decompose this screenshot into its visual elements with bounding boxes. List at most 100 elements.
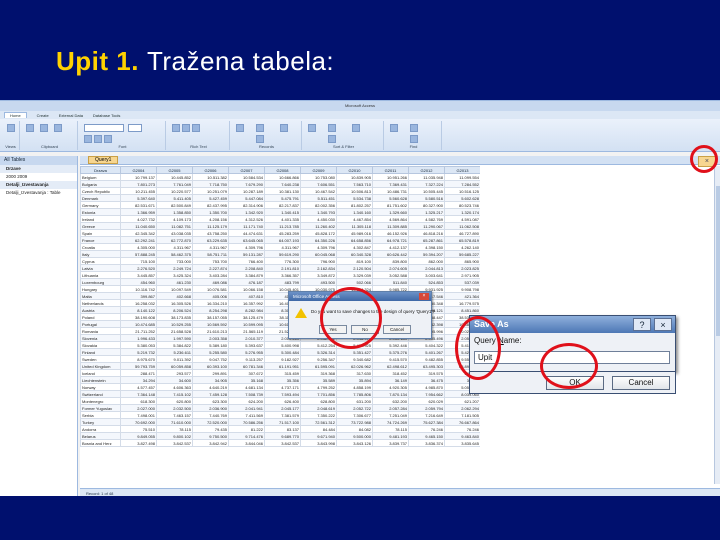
table-cell[interactable]: Austria bbox=[80, 306, 121, 314]
table-cell[interactable]: 10.839.905 bbox=[336, 173, 373, 181]
table-cell[interactable]: 82.314.906 bbox=[228, 201, 265, 209]
table-cell[interactable]: 5.384.822 bbox=[156, 341, 193, 349]
table-cell[interactable]: 621.207 bbox=[444, 397, 480, 405]
table-cell[interactable]: 35.589 bbox=[300, 376, 337, 384]
table-cell[interactable]: 11.099.554 bbox=[444, 173, 480, 181]
table-cell[interactable]: 502.066 bbox=[336, 278, 373, 286]
table-cell[interactable]: 58.462.375 bbox=[156, 250, 193, 258]
table-cell[interactable]: 82.500.849 bbox=[156, 201, 193, 209]
table-cell[interactable]: 34.294 bbox=[120, 376, 157, 384]
table-cell[interactable]: 4.401.335 bbox=[264, 215, 301, 223]
table-cell[interactable]: 628.800 bbox=[300, 397, 337, 405]
table-cell[interactable]: 4.737.171 bbox=[264, 383, 301, 391]
table-cell[interactable]: 73.722.988 bbox=[336, 418, 373, 426]
table-row[interactable]: Spain 42.345.342 43.038.035 43.758.250 44.47… bbox=[80, 229, 480, 237]
table-cell[interactable]: 1.340.793 bbox=[300, 208, 337, 216]
table-cell[interactable]: 71.610.000 bbox=[156, 418, 193, 426]
table-cell[interactable]: 3.366.357 bbox=[264, 271, 301, 279]
table-cell[interactable]: 5.580.516 bbox=[408, 194, 445, 202]
table-cell[interactable]: 16.305.526 bbox=[156, 299, 193, 307]
table-cell[interactable]: Netherlands bbox=[80, 299, 121, 307]
table-cell[interactable]: Romania bbox=[80, 327, 121, 335]
table-cell[interactable]: 5.511.451 bbox=[300, 194, 337, 202]
table-cell[interactable]: 35.356 bbox=[264, 376, 301, 384]
table-cell[interactable]: 34.600 bbox=[156, 376, 193, 384]
table-cell[interactable]: 64.007.193 bbox=[264, 236, 301, 244]
table-cell[interactable]: 10.529.255 bbox=[156, 320, 193, 328]
table-cell[interactable]: 10.505.445 bbox=[408, 187, 445, 195]
table-row[interactable]: Serbia 7.498.001 7.463.157 7.440.769 7.411.5… bbox=[80, 411, 480, 419]
table-cell[interactable]: 9.182.927 bbox=[264, 355, 301, 363]
nav-item-table[interactable]: 2000 2009 bbox=[0, 173, 77, 181]
table-cell[interactable]: 62.026.962 bbox=[336, 362, 373, 370]
table-cell[interactable]: 9.465.150 bbox=[408, 432, 445, 440]
table-cell[interactable]: 82.437.995 bbox=[192, 201, 229, 209]
view-button-icon[interactable] bbox=[7, 124, 15, 132]
cancel-button[interactable]: Cancel bbox=[612, 376, 670, 390]
table-cell[interactable]: 7.216.649 bbox=[408, 411, 445, 419]
table-row[interactable]: Iceland 288.471 293.577 299.891 307.672 315.4… bbox=[80, 369, 480, 377]
table-cell[interactable]: 7.306.677 bbox=[336, 411, 373, 419]
table-cell[interactable]: 11.290.067 bbox=[408, 222, 445, 230]
table-cell[interactable]: 399.867 bbox=[120, 292, 157, 300]
table-cell[interactable]: 4.109.173 bbox=[156, 215, 193, 223]
table-cell[interactable]: 61.595.091 bbox=[300, 362, 337, 370]
table-cell[interactable]: 36.475 bbox=[408, 376, 445, 384]
table-cell[interactable]: Estonia bbox=[80, 208, 121, 216]
table-cell[interactable]: 4.591.087 bbox=[444, 215, 480, 223]
table-cell[interactable]: 5.401.267 bbox=[408, 348, 445, 356]
table-row[interactable]: Belgium 10.799.137 10.445.852 10.511.382 10.… bbox=[80, 173, 480, 181]
column-header[interactable]: G2009 bbox=[300, 166, 337, 174]
table-cell[interactable]: 4.262.140 bbox=[444, 243, 480, 251]
table-cell[interactable]: 9.113.257 bbox=[228, 355, 265, 363]
table-cell[interactable]: 62.772.870 bbox=[156, 236, 193, 244]
table-cell[interactable]: 4.311.967 bbox=[264, 243, 301, 251]
table-cell[interactable]: 7.718.750 bbox=[192, 180, 229, 188]
table-cell[interactable]: 8.254.298 bbox=[192, 306, 229, 314]
table-cell[interactable]: 405.006 bbox=[192, 292, 229, 300]
column-header[interactable]: G2005 bbox=[156, 166, 193, 174]
table-cell[interactable]: 7.640.238 bbox=[264, 180, 301, 188]
table-cell[interactable]: Serbia bbox=[80, 411, 121, 419]
nav-item-detalji-table[interactable]: Detalji_Izvestavanja : Table bbox=[0, 189, 77, 197]
font-size-select[interactable] bbox=[128, 124, 142, 132]
table-cell[interactable]: 3.384.879 bbox=[228, 271, 265, 279]
table-cell[interactable]: 7.563.710 bbox=[336, 180, 373, 188]
table-cell[interactable]: 46.727.890 bbox=[444, 229, 480, 237]
table-cell[interactable]: Belarus bbox=[80, 432, 121, 440]
table-cell[interactable]: 537.039 bbox=[444, 278, 480, 286]
table-cell[interactable]: 407.810 bbox=[228, 292, 265, 300]
table-cell[interactable]: 1.358.850 bbox=[156, 208, 193, 216]
table-cell[interactable]: Poland bbox=[80, 313, 121, 321]
table-cell[interactable]: 65.287.861 bbox=[408, 236, 445, 244]
table-cell[interactable]: 4.606.363 bbox=[156, 383, 193, 391]
nav-pane-header[interactable]: All Tables bbox=[0, 156, 77, 165]
table-cell[interactable]: 76.246 bbox=[444, 425, 480, 433]
table-cell[interactable]: 11.062.508 bbox=[444, 222, 480, 230]
table-cell[interactable]: 70.692.000 bbox=[120, 418, 157, 426]
table-cell[interactable]: Finland bbox=[80, 348, 121, 356]
table-cell[interactable]: 3.445.857 bbox=[120, 271, 157, 279]
table-cell[interactable]: 44.474.631 bbox=[228, 229, 265, 237]
table-cell[interactable]: 1.366.959 bbox=[120, 208, 157, 216]
table-cell[interactable]: 7.508.739 bbox=[228, 390, 265, 398]
table-cell[interactable]: 9.714.476 bbox=[228, 432, 265, 440]
table-row[interactable]: Croatia 4.305.000 4.311.967 4.311.967 4.309.… bbox=[80, 243, 480, 251]
table-cell[interactable]: 10.066.158 bbox=[228, 285, 265, 293]
table-cell[interactable]: 2.044.813 bbox=[408, 264, 445, 272]
table-cell[interactable]: 766.400 bbox=[228, 257, 265, 265]
table-cell[interactable]: 620.029 bbox=[408, 397, 445, 405]
table-cell[interactable]: 865.900 bbox=[444, 257, 480, 265]
table-cell[interactable]: 43.758.250 bbox=[192, 229, 229, 237]
table-cell[interactable]: 5.389.180 bbox=[192, 341, 229, 349]
table-cell[interactable]: 2.027.000 bbox=[120, 404, 157, 412]
table-cell[interactable]: 319.368 bbox=[300, 369, 337, 377]
replace-icon[interactable] bbox=[410, 124, 418, 132]
table-cell[interactable]: 4.412.137 bbox=[372, 243, 409, 251]
close-icon[interactable]: × bbox=[419, 293, 429, 300]
table-row[interactable]: Slovakia 5.380.053 5.384.822 5.389.180 5.393… bbox=[80, 341, 480, 349]
paste-icon[interactable] bbox=[26, 124, 34, 132]
table-cell[interactable]: Portugal bbox=[80, 320, 121, 328]
table-cell[interactable]: 7.381.579 bbox=[264, 411, 301, 419]
table-cell[interactable]: 43.038.035 bbox=[156, 229, 193, 237]
